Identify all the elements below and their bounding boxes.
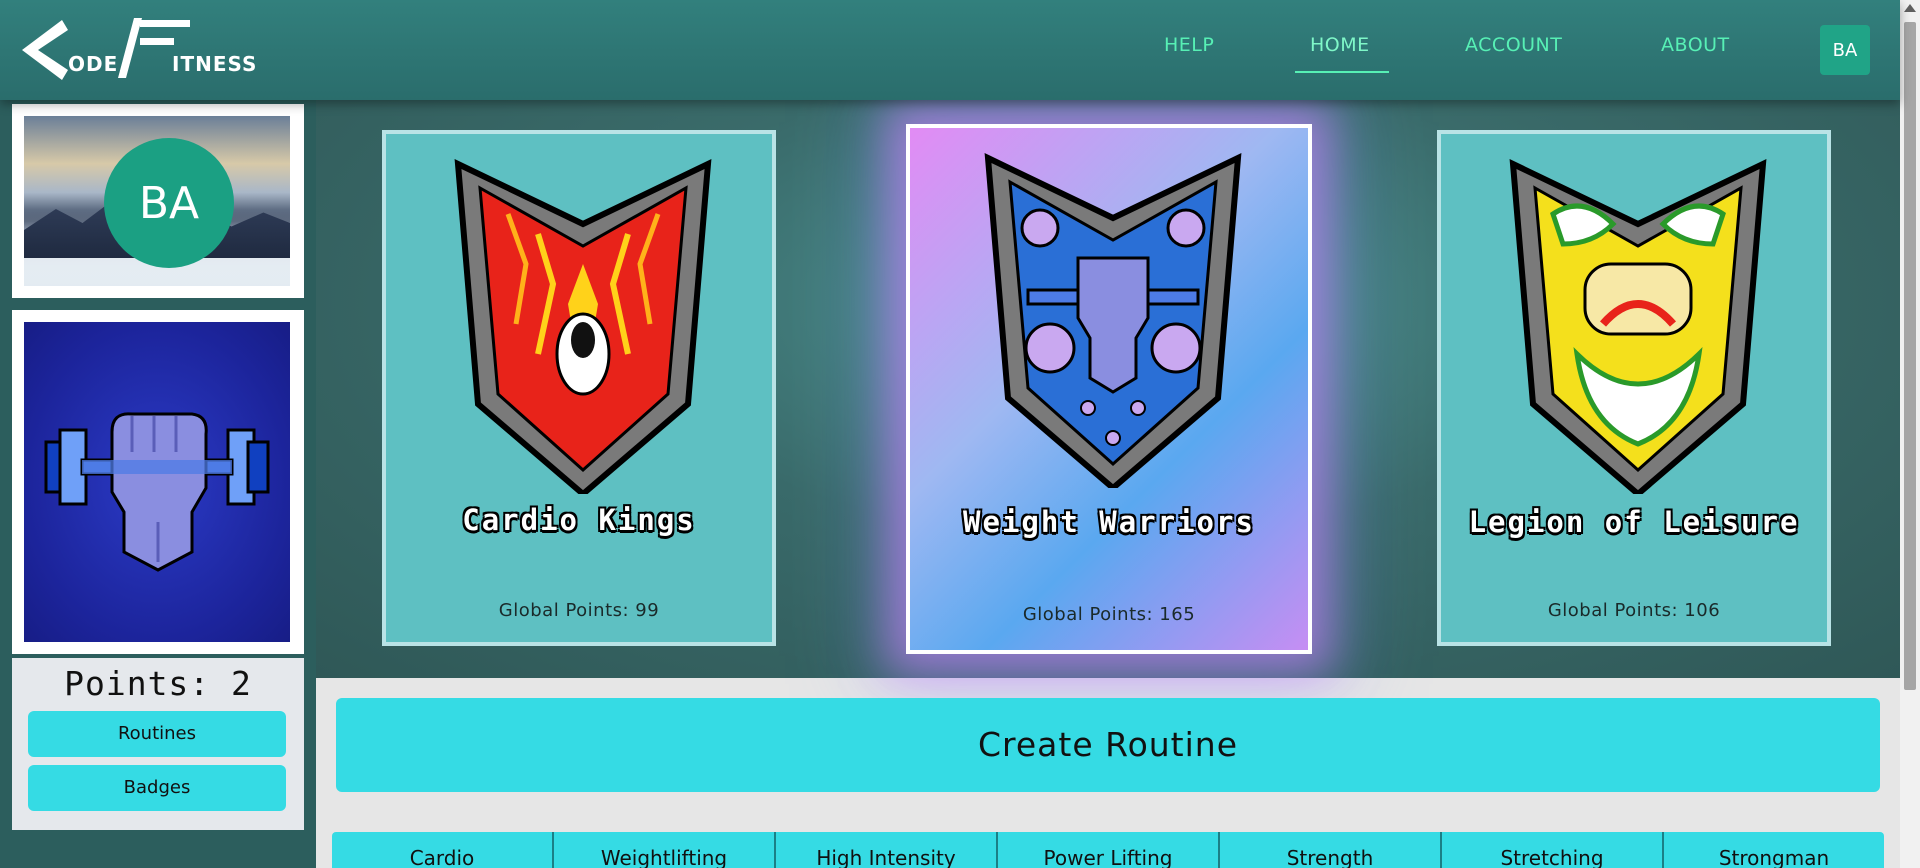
team-points: Global Points: 106 xyxy=(1547,600,1721,621)
category-tab-high-intensity[interactable]: High Intensity xyxy=(776,832,998,868)
dumbbell-fist-icon xyxy=(44,412,270,572)
team-tile-weight-warriors[interactable]: Weight Warriors Global Points: 165 xyxy=(906,124,1312,654)
logo-text-fitness: ITNESS xyxy=(172,52,258,76)
team-points: Global Points: 99 xyxy=(498,600,660,621)
nav-account[interactable]: ACCOUNT xyxy=(1465,34,1562,56)
nav-active-underline xyxy=(1295,71,1389,73)
cardio-shield-icon xyxy=(454,159,712,494)
scroll-up-arrow-icon[interactable] xyxy=(1904,4,1916,12)
team-tile-legion-of-leisure[interactable]: Legion of Leisure Global Points: 106 xyxy=(1437,130,1831,646)
create-routine-button[interactable]: Create Routine xyxy=(336,698,1880,792)
scroll-thumb[interactable] xyxy=(1904,22,1916,690)
team-name: Cardio Kings xyxy=(462,503,696,537)
leisure-shield-icon xyxy=(1509,159,1767,494)
my-team-card[interactable] xyxy=(12,310,304,654)
logo-text-code: ODE xyxy=(68,52,119,76)
points-label: Points: 2 xyxy=(64,664,252,703)
points-card: Points: 2 Routines Badges xyxy=(12,658,304,830)
profile-banner-image: BA xyxy=(24,116,290,286)
team-showcase: Cardio Kings Global Points: 99 Weight Wa… xyxy=(316,100,1900,678)
page-scrollbar[interactable] xyxy=(1900,0,1920,868)
category-tab-strongman[interactable]: Strongman xyxy=(1664,832,1884,868)
badges-button[interactable]: Badges xyxy=(28,765,286,811)
main-content: Cardio Kings Global Points: 99 Weight Wa… xyxy=(316,100,1900,868)
nav-help[interactable]: HELP xyxy=(1164,34,1214,56)
team-emblem-image xyxy=(24,322,290,642)
team-tile-cardio-kings[interactable]: Cardio Kings Global Points: 99 xyxy=(382,130,776,646)
routines-button[interactable]: Routines xyxy=(28,711,286,757)
sidebar: BA Points: 2 Routines Badges xyxy=(0,100,316,868)
category-tab-strength[interactable]: Strength xyxy=(1220,832,1442,868)
team-points: Global Points: 165 xyxy=(1022,604,1196,625)
profile-card: BA xyxy=(12,104,304,298)
category-tabs: Cardio Weightlifting High Intensity Powe… xyxy=(332,832,1884,868)
category-tab-stretching[interactable]: Stretching xyxy=(1442,832,1664,868)
category-tab-power-lifting[interactable]: Power Lifting xyxy=(998,832,1220,868)
nav-about[interactable]: ABOUT xyxy=(1661,34,1730,56)
code-fitness-logo[interactable]: ODE ITNESS xyxy=(22,18,256,82)
top-nav-bar: ODE ITNESS HELP HOME ACCOUNT ABOUT BA xyxy=(0,0,1900,100)
category-tab-weightlifting[interactable]: Weightlifting xyxy=(554,832,776,868)
user-avatar-button[interactable]: BA xyxy=(1820,25,1870,75)
category-tab-cardio[interactable]: Cardio xyxy=(332,832,554,868)
team-name: Weight Warriors xyxy=(963,505,1255,539)
weights-shield-icon xyxy=(984,153,1242,488)
profile-avatar[interactable]: BA xyxy=(104,138,234,268)
team-name: Legion of Leisure xyxy=(1468,505,1800,539)
nav-home[interactable]: HOME xyxy=(1310,34,1370,56)
